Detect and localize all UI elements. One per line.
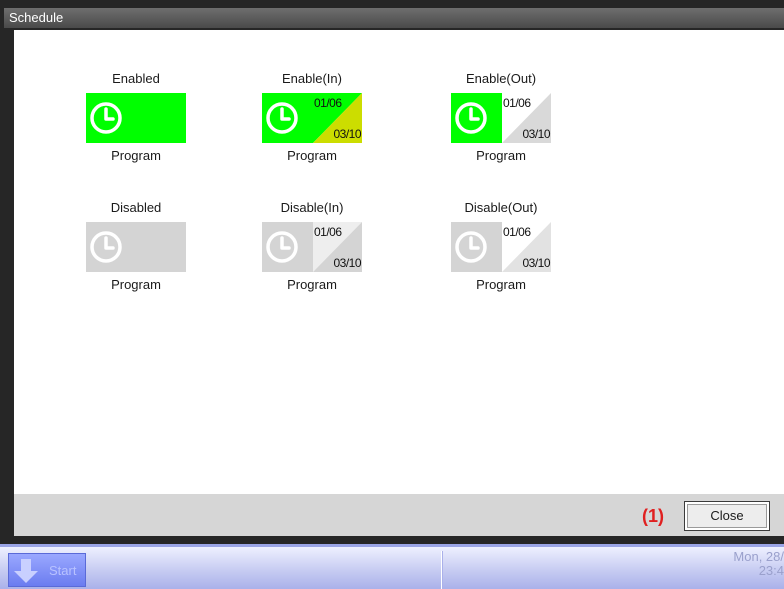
schedule-tile-enable-in: 01/06 03/10 (262, 93, 362, 143)
start-date: 01/06 (314, 96, 342, 110)
window-title: Schedule (9, 10, 64, 25)
start-date: 01/06 (503, 96, 531, 110)
status-label: Disabled (110, 200, 162, 215)
program-label: Program (287, 277, 337, 292)
schedule-tile-disable-in: 01/06 03/10 (262, 222, 362, 272)
schedule-tile-disable-out: 01/06 03/10 (451, 222, 551, 272)
schedule-window: Schedule Enabled Program Enable(In) 01/0… (0, 0, 784, 544)
program-label: Program (476, 148, 526, 163)
legend-item-disabled: Disabled Program (61, 199, 211, 294)
legend-item-enabled: Enabled Program (61, 70, 211, 165)
clock-icon (455, 102, 487, 134)
status-label: Enable(Out) (465, 71, 537, 86)
footer-bar: (1) Close (14, 494, 784, 536)
title-bar: Schedule (4, 8, 784, 28)
status-label: Disable(Out) (464, 200, 538, 215)
legend-item-enable-out: Enable(Out) 01/06 03/10 Program (426, 70, 576, 165)
start-label: Start (49, 563, 77, 578)
end-date: 03/10 (522, 256, 550, 270)
down-arrow-icon (14, 559, 38, 583)
legend-item-disable-out: Disable(Out) 01/06 03/10 Program (426, 199, 576, 294)
program-label: Program (111, 148, 161, 163)
time-text: 23:4 (758, 563, 784, 578)
status-label: Disable(In) (280, 200, 344, 215)
callout-marker: (1) (642, 506, 664, 526)
legend-panel: Enabled Program Enable(In) 01/06 03/10 P… (14, 30, 784, 494)
legend-item-disable-in: Disable(In) 01/06 03/10 Program (237, 199, 387, 294)
schedule-tile-enable-out: 01/06 03/10 (451, 93, 551, 143)
end-date: 03/10 (333, 127, 361, 141)
schedule-tile-disabled (86, 222, 186, 272)
clock-icon (266, 231, 298, 263)
schedule-tile-enabled (86, 93, 186, 143)
date-text: Mon, 28/ (733, 549, 784, 564)
start-date: 01/06 (503, 225, 531, 239)
program-label: Program (111, 277, 161, 292)
clock-icon (455, 231, 487, 263)
status-label: Enabled (112, 71, 160, 86)
legend-item-enable-in: Enable(In) 01/06 03/10 Program (237, 70, 387, 165)
end-date: 03/10 (333, 256, 361, 270)
program-label: Program (476, 277, 526, 292)
program-label: Program (287, 148, 337, 163)
status-label: Enable(In) (282, 71, 342, 86)
taskbar-divider (441, 551, 442, 589)
taskbar: Start Mon, 28/ 23:4 (0, 544, 784, 589)
start-button[interactable]: Start (8, 553, 86, 587)
clock-icon (90, 102, 122, 134)
start-date: 01/06 (314, 225, 342, 239)
clock-icon (90, 231, 122, 263)
clock-display: Mon, 28/ 23:4 (733, 550, 784, 578)
end-date: 03/10 (522, 127, 550, 141)
clock-icon (266, 102, 298, 134)
close-button[interactable]: Close (684, 501, 770, 531)
